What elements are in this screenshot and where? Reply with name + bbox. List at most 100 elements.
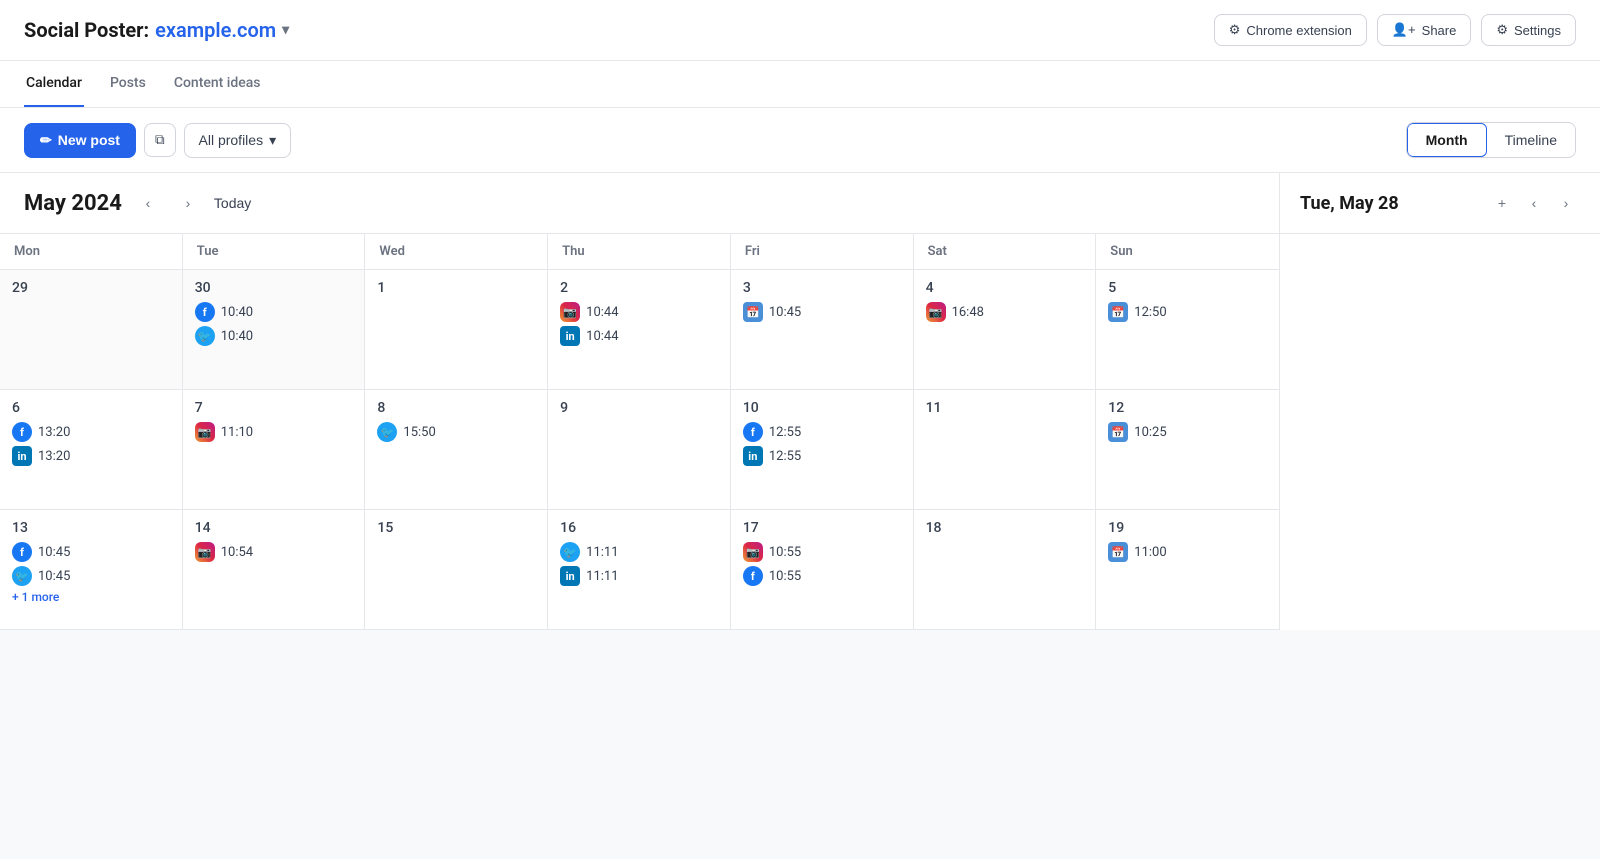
all-profiles-button[interactable]: All profiles ▾ (184, 123, 292, 158)
post-item[interactable]: in13:20 (12, 446, 170, 466)
calendar-cell[interactable]: 15 (365, 510, 548, 630)
day-number: 19 (1108, 520, 1267, 536)
calendar-cell[interactable]: 17📷10:55f10:55 (731, 510, 914, 630)
calendar-cell[interactable]: 13 f10:45 🐦10:45 + 1 more (0, 510, 183, 630)
day-headers: Mon Tue Wed Thu Fri Sat Sun (0, 234, 1279, 270)
li-icon: in (743, 446, 763, 466)
post-item[interactable]: 🐦 10:40 (195, 326, 353, 346)
domain-link[interactable]: example.com (155, 18, 276, 42)
calendar-cell[interactable]: 16🐦11:11in11:11 (548, 510, 731, 630)
post-time: 10:55 (769, 545, 801, 560)
sidebar-next-button[interactable]: › (1552, 189, 1580, 217)
fb-icon: f (743, 422, 763, 442)
day-header-wed: Wed (365, 234, 548, 269)
share-button[interactable]: 👤+ Share (1377, 14, 1471, 46)
fb-icon: f (743, 566, 763, 586)
post-item[interactable]: 📷16:48 (926, 302, 1084, 322)
toolbar: ✏ New post ⧉ All profiles ▾ Month Timeli… (0, 108, 1600, 173)
more-posts-link[interactable]: + 1 more (12, 590, 170, 604)
sidebar-navigation: + ‹ › (1488, 189, 1580, 217)
post-item[interactable]: f13:20 (12, 422, 170, 442)
post-time: 10:45 (769, 305, 801, 320)
calendar-cell[interactable]: 7 📷11:10 (183, 390, 366, 510)
calendar-cell[interactable]: 30f10:40🐦10:40 (183, 270, 366, 390)
post-item[interactable]: 📅11:00 (1108, 542, 1267, 562)
today-button[interactable]: Today (214, 195, 251, 211)
day-number: 1 (377, 280, 535, 296)
calendar-cell[interactable]: 1 (365, 270, 548, 390)
post-item[interactable]: f10:55 (743, 566, 901, 586)
sidebar-add-button[interactable]: + (1488, 189, 1516, 217)
calendar-main: May 2024 ‹ › Today Mon Tue Wed Thu Fri S… (0, 173, 1280, 630)
calendar-cell[interactable]: 8🐦15:50 (365, 390, 548, 510)
ig-icon: 📷 (926, 302, 946, 322)
post-item[interactable]: in12:55 (743, 446, 901, 466)
prev-month-button[interactable]: ‹ (134, 189, 162, 217)
calendar-cell[interactable]: 3📅10:45 (731, 270, 914, 390)
profiles-chevron-icon: ▾ (269, 132, 276, 149)
calendar-cell[interactable]: 29 (0, 270, 183, 390)
post-item[interactable]: in11:11 (560, 566, 718, 586)
sidebar-header: Tue, May 28 + ‹ › (1280, 173, 1600, 234)
calendar-cell[interactable]: 19 📅11:00 (1096, 510, 1279, 630)
settings-icon: ⚙ (1496, 22, 1508, 38)
calendar-cell[interactable]: 12📅10:25 (1096, 390, 1279, 510)
calendar-cell[interactable]: 14📷10:54 (183, 510, 366, 630)
post-item[interactable]: f 12:55 (743, 422, 901, 442)
li-icon: in (12, 446, 32, 466)
month-view-button[interactable]: Month (1407, 123, 1487, 157)
day-header-sat: Sat (914, 234, 1097, 269)
li-icon: in (560, 326, 580, 346)
day-number: 9 (560, 400, 718, 416)
post-item[interactable]: 📅12:50 (1108, 302, 1267, 322)
post-time: 11:11 (586, 545, 618, 560)
tab-content-ideas[interactable]: Content ideas (172, 61, 263, 107)
day-number: 7 (195, 400, 353, 416)
day-number: 11 (926, 400, 1084, 416)
day-number: 6 (12, 400, 170, 416)
post-item[interactable]: f10:45 (12, 542, 170, 562)
post-item[interactable]: f10:40 (195, 302, 353, 322)
calendar-cell[interactable]: 9 (548, 390, 731, 510)
post-time: 11:00 (1134, 545, 1166, 560)
calendar-cell[interactable]: 10f12:55in12:55 (731, 390, 914, 510)
post-item[interactable]: 📷10:55 (743, 542, 901, 562)
fb-icon: f (195, 302, 215, 322)
day-number: 2 (560, 280, 718, 296)
post-item[interactable]: 🐦10:45 (12, 566, 170, 586)
post-time: 12:55 (769, 425, 801, 440)
nav-tabs: Calendar Posts Content ideas (0, 61, 1600, 108)
header-actions: ⚙ Chrome extension 👤+ Share ⚙ Settings (1214, 14, 1576, 46)
calendar-cell[interactable]: 2📷10:44in10:44 (548, 270, 731, 390)
calendar-cell[interactable]: 6 f13:20 in13:20 (0, 390, 183, 510)
settings-button[interactable]: ⚙ Settings (1481, 14, 1576, 46)
post-item[interactable]: 📷11:10 (195, 422, 353, 442)
all-profiles-label: All profiles (199, 132, 264, 148)
calendar-cell[interactable]: 4📷16:48 (914, 270, 1097, 390)
new-post-button[interactable]: ✏ New post (24, 123, 136, 158)
li-icon: in (560, 566, 580, 586)
next-month-button[interactable]: › (174, 189, 202, 217)
post-time: 10:45 (38, 545, 70, 560)
copy-button[interactable]: ⧉ (144, 123, 176, 157)
post-time: 10:44 (586, 305, 618, 320)
tab-posts[interactable]: Posts (108, 61, 148, 107)
post-item[interactable]: 🐦11:11 (560, 542, 718, 562)
timeline-view-button[interactable]: Timeline (1487, 124, 1575, 156)
sidebar-prev-button[interactable]: ‹ (1520, 189, 1548, 217)
day-number: 13 (12, 520, 170, 536)
tw-icon: 🐦 (195, 326, 215, 346)
post-item[interactable]: in10:44 (560, 326, 718, 346)
post-item[interactable]: 📷10:54 (195, 542, 353, 562)
calendar-cell[interactable]: 11 (914, 390, 1097, 510)
post-item[interactable]: 📅10:45 (743, 302, 901, 322)
post-item[interactable]: 📷10:44 (560, 302, 718, 322)
tab-calendar[interactable]: Calendar (24, 61, 84, 107)
calendar-cell[interactable]: 18 (914, 510, 1097, 630)
domain-chevron[interactable]: ▾ (282, 22, 289, 38)
post-item[interactable]: 🐦15:50 (377, 422, 535, 442)
calendar-cell[interactable]: 5📅12:50 (1096, 270, 1279, 390)
post-item[interactable]: 📅10:25 (1108, 422, 1267, 442)
post-time: 10:40 (221, 329, 253, 344)
chrome-extension-button[interactable]: ⚙ Chrome extension (1214, 14, 1367, 46)
